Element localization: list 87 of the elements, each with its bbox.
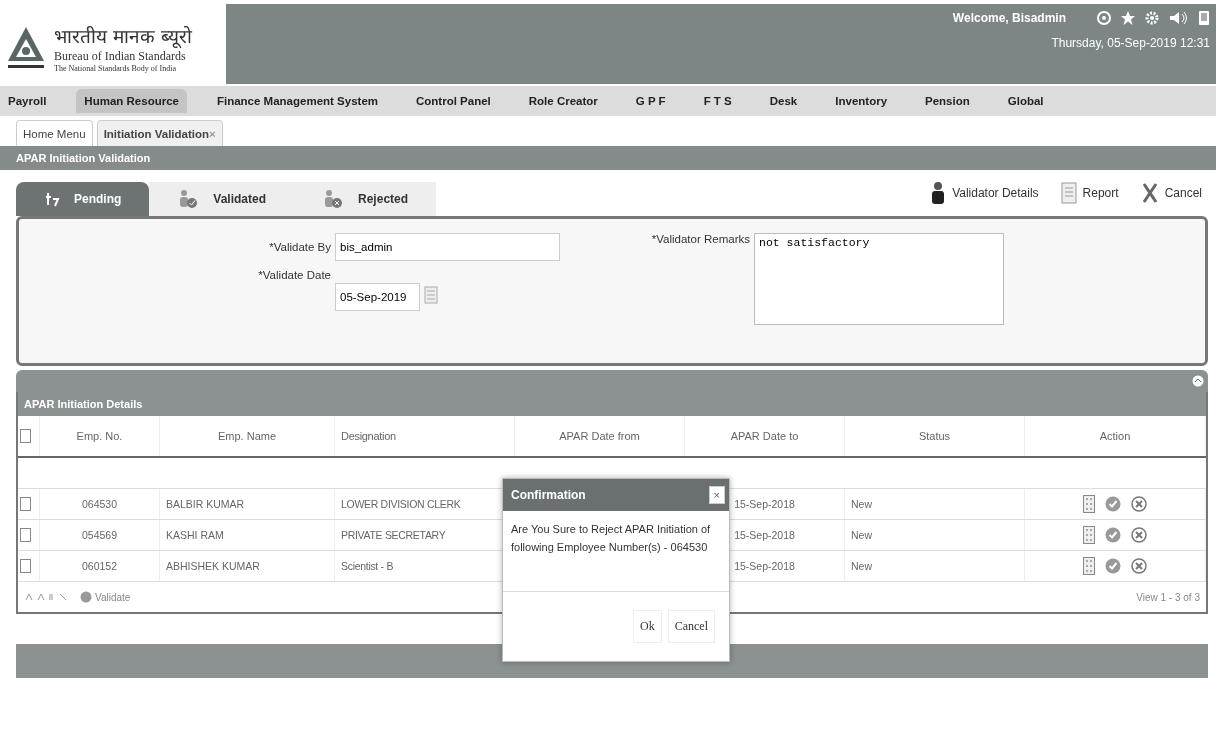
toolbar-button[interactable]: Report bbox=[1054, 180, 1125, 206]
table-cell: ABHISHEK KUMAR bbox=[166, 560, 260, 572]
field-label: *Validator Remarks bbox=[650, 233, 750, 245]
menu-tab[interactable]: Control Panel bbox=[408, 89, 499, 113]
view-icon[interactable] bbox=[1083, 557, 1095, 575]
view-icon[interactable] bbox=[1083, 495, 1095, 513]
table-cell: LOWER DIVISION CLERK bbox=[341, 498, 461, 510]
view-icon[interactable] bbox=[1083, 526, 1095, 544]
column-header: APAR Date to bbox=[730, 430, 799, 442]
pager-info: View 1 - 3 of 3 bbox=[1136, 591, 1200, 603]
menu-tab[interactable]: Desk bbox=[761, 89, 806, 113]
eye-icon[interactable] bbox=[1096, 10, 1112, 26]
page-tab[interactable]: Initiation Validation× bbox=[96, 120, 223, 146]
status-tab[interactable]: Pending bbox=[16, 182, 150, 216]
date-time: Thursday, 05-Sep-2019 12:31 bbox=[1051, 36, 1210, 50]
checkbox[interactable] bbox=[20, 559, 31, 573]
reject-icon[interactable] bbox=[1131, 527, 1147, 543]
table-cell: 064530 bbox=[81, 498, 117, 510]
menu-tab[interactable]: Payroll bbox=[0, 89, 55, 113]
welcome-text: Welcome, Bisadmin bbox=[952, 11, 1066, 25]
field-label: *Validate By bbox=[268, 241, 331, 253]
device-icon[interactable] bbox=[1198, 10, 1210, 26]
table-cell: New bbox=[851, 560, 872, 572]
remarks-field[interactable]: not satisfactory bbox=[754, 233, 1004, 325]
checkbox[interactable] bbox=[20, 429, 31, 443]
table-cell: PRIVATE SECRETARY bbox=[341, 529, 446, 541]
table-cell: 15-Sep-2018 bbox=[734, 560, 795, 572]
validate-icon bbox=[80, 591, 92, 603]
table-cell: 15-Sep-2018 bbox=[734, 529, 795, 541]
table-cell: BALBIR KUMAR bbox=[166, 498, 245, 510]
dialog-button[interactable]: Cancel bbox=[667, 610, 715, 643]
close-button[interactable]: × bbox=[708, 486, 725, 504]
table-cell: New bbox=[851, 529, 872, 541]
menu-tab[interactable]: F T S bbox=[695, 89, 740, 113]
column-header: APAR Date from bbox=[559, 430, 640, 442]
table-cell: 054569 bbox=[81, 529, 117, 541]
panel-title: APAR Initiation Validation bbox=[0, 146, 1216, 170]
table-cell: Scientist - B bbox=[341, 560, 394, 572]
menu-tab[interactable]: Inventory bbox=[827, 89, 896, 113]
menu-tab[interactable]: Global bbox=[999, 89, 1052, 113]
menu-tab[interactable]: Finance Management System bbox=[208, 89, 386, 113]
org-name-hindi: भारतीय मानक ब्यूरो bbox=[54, 24, 193, 49]
person-icon bbox=[930, 181, 947, 205]
approve-icon[interactable] bbox=[1105, 558, 1121, 574]
menu-tab[interactable]: Pension bbox=[917, 89, 978, 113]
grid-title: APAR Initiation Details bbox=[18, 392, 1206, 416]
collapse-icon[interactable] bbox=[1192, 375, 1204, 387]
checkbox[interactable] bbox=[20, 528, 31, 542]
settings-icon[interactable] bbox=[1144, 10, 1160, 26]
user-check-icon bbox=[177, 188, 200, 210]
speaker-icon[interactable] bbox=[1168, 10, 1190, 26]
star-icon[interactable] bbox=[1120, 10, 1136, 26]
document-icon bbox=[1060, 182, 1077, 204]
reject-icon[interactable] bbox=[1131, 496, 1147, 512]
table-cell: 15-Sep-2018 bbox=[734, 498, 795, 510]
checkbox[interactable] bbox=[20, 497, 31, 511]
status-tab[interactable]: Rejected bbox=[294, 182, 437, 216]
table-cell: 060152 bbox=[81, 560, 117, 572]
toolbar-button[interactable]: Cancel bbox=[1134, 180, 1208, 206]
dialog-button[interactable]: Ok bbox=[633, 610, 662, 643]
date-field[interactable]: 05-Sep-2019 bbox=[335, 283, 420, 311]
menu-tab[interactable]: G P F bbox=[627, 89, 674, 113]
column-header: Status bbox=[918, 430, 951, 442]
validate-button[interactable]: Validate bbox=[80, 591, 131, 603]
user-cross-icon bbox=[322, 188, 345, 210]
dialog-message: Are You Sure to Reject APAR Initiation of following Employee Number(s) - 064530 bbox=[503, 511, 729, 592]
cross-icon bbox=[1140, 182, 1159, 204]
approve-icon[interactable] bbox=[1105, 496, 1121, 512]
approve-icon[interactable] bbox=[1105, 527, 1121, 543]
column-header: Emp. Name bbox=[217, 430, 277, 442]
input-field[interactable]: bis_admin bbox=[335, 233, 560, 261]
column-header: Action bbox=[1099, 430, 1131, 442]
column-header: Emp. No. bbox=[76, 430, 123, 442]
dialog-title: Confirmation bbox=[511, 488, 586, 502]
status-tab[interactable]: Validated bbox=[149, 182, 295, 216]
toolbar-button[interactable]: Validator Details bbox=[924, 180, 1045, 206]
table-cell: KASHI RAM bbox=[166, 529, 224, 541]
page-tab[interactable]: Home Menu bbox=[16, 120, 93, 146]
org-name: Bureau of Indian Standards bbox=[54, 49, 187, 64]
table-cell: New bbox=[851, 498, 872, 510]
field-label: *Validate Date bbox=[257, 269, 331, 281]
menu-tab[interactable]: Human Resource bbox=[76, 89, 187, 113]
logo-icon bbox=[6, 25, 46, 71]
org-tagline: The National Standards Body of India bbox=[54, 64, 177, 73]
column-header: Designation bbox=[341, 430, 396, 442]
menu-tab[interactable]: Role Creator bbox=[520, 89, 606, 113]
reject-icon[interactable] bbox=[1131, 558, 1147, 574]
